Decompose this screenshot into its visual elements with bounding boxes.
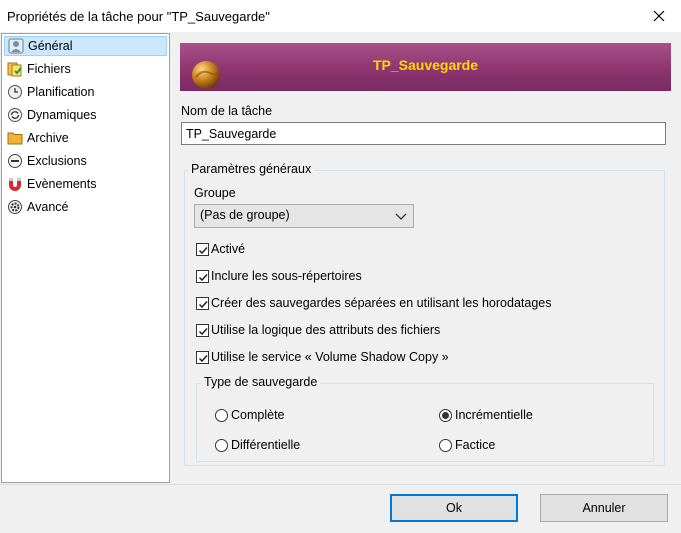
radio-label: Incrémentielle xyxy=(455,408,533,422)
task-name-label: Nom de la tâche xyxy=(181,104,273,118)
sidebar-item-exclusions[interactable]: Exclusions xyxy=(4,151,167,171)
radio-label: Complète xyxy=(231,408,285,422)
group-label: Groupe xyxy=(194,186,236,200)
checkmark-icon xyxy=(196,269,209,283)
chevron-down-icon xyxy=(395,211,407,221)
task-banner: TP_Sauvegarde xyxy=(180,43,671,91)
sidebar-item-schedule[interactable]: Planification xyxy=(4,82,167,102)
radio-circle xyxy=(439,438,452,452)
minus-circle-icon xyxy=(7,153,23,169)
magnet-icon xyxy=(7,176,23,192)
radio-differential[interactable]: Différentielle xyxy=(215,438,300,452)
sidebar-item-label: Planification xyxy=(27,85,95,99)
general-settings-caption: Paramètres généraux xyxy=(188,162,315,176)
radio-dummy[interactable]: Factice xyxy=(439,438,495,452)
sidebar-item-dynamic[interactable]: Dynamiques xyxy=(4,105,167,125)
general-icon xyxy=(8,38,24,54)
refresh-icon xyxy=(7,107,23,123)
gear-icon xyxy=(7,199,23,215)
title-bar: Propriétés de la tâche pour "TP_Sauvegar… xyxy=(0,0,681,32)
radio-dot xyxy=(442,411,449,419)
sidebar-item-label: Exclusions xyxy=(27,154,87,168)
checkmark-icon xyxy=(196,296,209,310)
checkbox-label: Créer des sauvegardes séparées en utilis… xyxy=(211,296,552,310)
close-icon[interactable] xyxy=(649,6,669,26)
sidebar-item-label: Avancé xyxy=(27,200,69,214)
sidebar-item-events[interactable]: Evènements xyxy=(4,174,167,194)
banner-title: TP_Sauvegarde xyxy=(372,57,479,73)
checkmark-icon xyxy=(196,242,209,256)
group-select-value: (Pas de groupe) xyxy=(200,208,290,222)
sidebar-item-label: Fichiers xyxy=(27,62,71,76)
checkmark-icon xyxy=(196,350,209,364)
checkbox-label: Inclure les sous-répertoires xyxy=(211,269,362,283)
clock-icon xyxy=(7,84,23,100)
radio-circle xyxy=(439,408,452,422)
enabled-checkbox[interactable]: Activé xyxy=(196,242,245,256)
ok-button[interactable]: Ok xyxy=(390,494,518,522)
sidebar-item-label: Archive xyxy=(27,131,69,145)
radio-label: Différentielle xyxy=(231,438,301,452)
sidebar-item-general[interactable]: Général xyxy=(4,36,167,56)
checkbox-label: Utilise la logique des attributs des fic… xyxy=(211,323,441,337)
cancel-button[interactable]: Annuler xyxy=(540,494,668,522)
radio-circle xyxy=(215,408,228,422)
sidebar-nav: Général Fichiers Planification Dynamique… xyxy=(1,33,170,483)
sidebar-item-files[interactable]: Fichiers xyxy=(4,59,167,79)
group-select[interactable]: (Pas de groupe) xyxy=(194,204,414,228)
radio-label: Factice xyxy=(455,438,496,452)
volume-shadow-copy-checkbox[interactable]: Utilise le service « Volume Shadow Copy … xyxy=(196,350,449,364)
backup-type-caption: Type de sauvegarde xyxy=(201,375,321,389)
files-icon xyxy=(7,61,23,77)
sidebar-item-archive[interactable]: Archive xyxy=(4,128,167,148)
checkbox-label: Utilise le service « Volume Shadow Copy … xyxy=(211,350,449,364)
window-title: Propriétés de la tâche pour "TP_Sauvegar… xyxy=(7,9,270,24)
separate-backups-checkbox[interactable]: Créer des sauvegardes séparées en utilis… xyxy=(196,296,552,310)
folder-icon xyxy=(7,130,23,146)
sidebar-item-label: Dynamiques xyxy=(27,108,97,122)
checkmark-icon xyxy=(196,323,209,337)
checkbox-label: Activé xyxy=(211,242,246,256)
radio-full[interactable]: Complète xyxy=(215,408,285,422)
file-attributes-checkbox[interactable]: Utilise la logique des attributs des fic… xyxy=(196,323,440,337)
radio-incremental[interactable]: Incrémentielle xyxy=(439,408,533,422)
general-panel: TP_Sauvegarde Nom de la tâche Paramètres… xyxy=(174,33,681,483)
task-name-input[interactable] xyxy=(181,122,666,145)
radio-circle xyxy=(215,438,228,452)
sidebar-item-advanced[interactable]: Avancé xyxy=(4,197,167,217)
include-subdirs-checkbox[interactable]: Inclure les sous-répertoires xyxy=(196,269,362,283)
sidebar-item-label: Général xyxy=(28,39,73,53)
sidebar-item-label: Evènements xyxy=(27,177,97,191)
